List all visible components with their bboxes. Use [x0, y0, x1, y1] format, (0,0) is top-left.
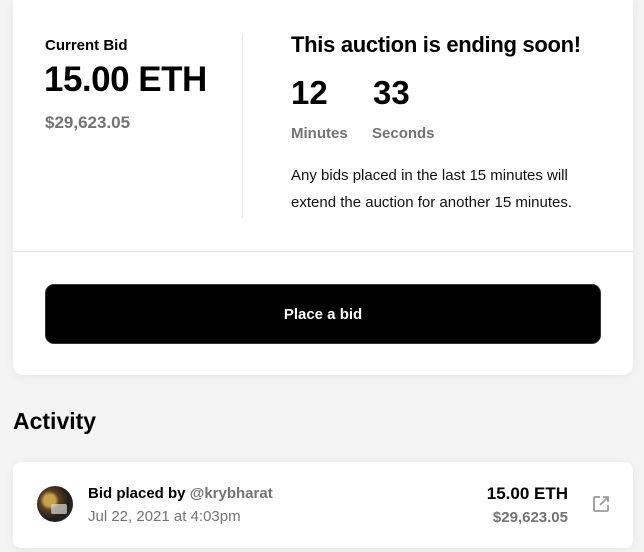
- vertical-divider: [242, 34, 243, 218]
- current-bid-eth: 15.00 ETH: [44, 60, 207, 99]
- place-bid-button[interactable]: Place a bid: [45, 284, 601, 344]
- user-avatar[interactable]: [37, 486, 73, 522]
- activity-bid-usd: $29,623.05: [492, 509, 568, 526]
- auction-extension-note: Any bids placed in the last 15 minutes w…: [291, 167, 573, 211]
- countdown-minutes: 12: [291, 74, 328, 111]
- auction-card: Current Bid 15.00 ETH $29,623.05 This au…: [13, 0, 633, 375]
- current-bid-label: Current Bid: [45, 37, 128, 54]
- countdown-seconds: 33: [373, 74, 410, 111]
- activity-list-item: Bid placed by @krybharat Jul 22, 2021 at…: [13, 462, 633, 548]
- horizontal-divider: [13, 251, 633, 252]
- activity-bid-eth: 15.00 ETH: [486, 484, 568, 503]
- auction-ending-title: This auction is ending soon!: [291, 32, 581, 57]
- external-link-icon[interactable]: [592, 495, 610, 513]
- bidder-handle-link[interactable]: @krybharat: [190, 485, 273, 502]
- bid-placed-by-label: Bid placed by: [88, 485, 186, 502]
- bid-timestamp: Jul 22, 2021 at 4:03pm: [88, 508, 241, 525]
- countdown-seconds-label: Seconds: [372, 125, 435, 142]
- activity-heading: Activity: [13, 408, 97, 434]
- bid-placed-by: Bid placed by @krybharat: [88, 485, 273, 502]
- current-bid-usd: $29,623.05: [45, 113, 131, 132]
- countdown-minutes-label: Minutes: [291, 125, 348, 142]
